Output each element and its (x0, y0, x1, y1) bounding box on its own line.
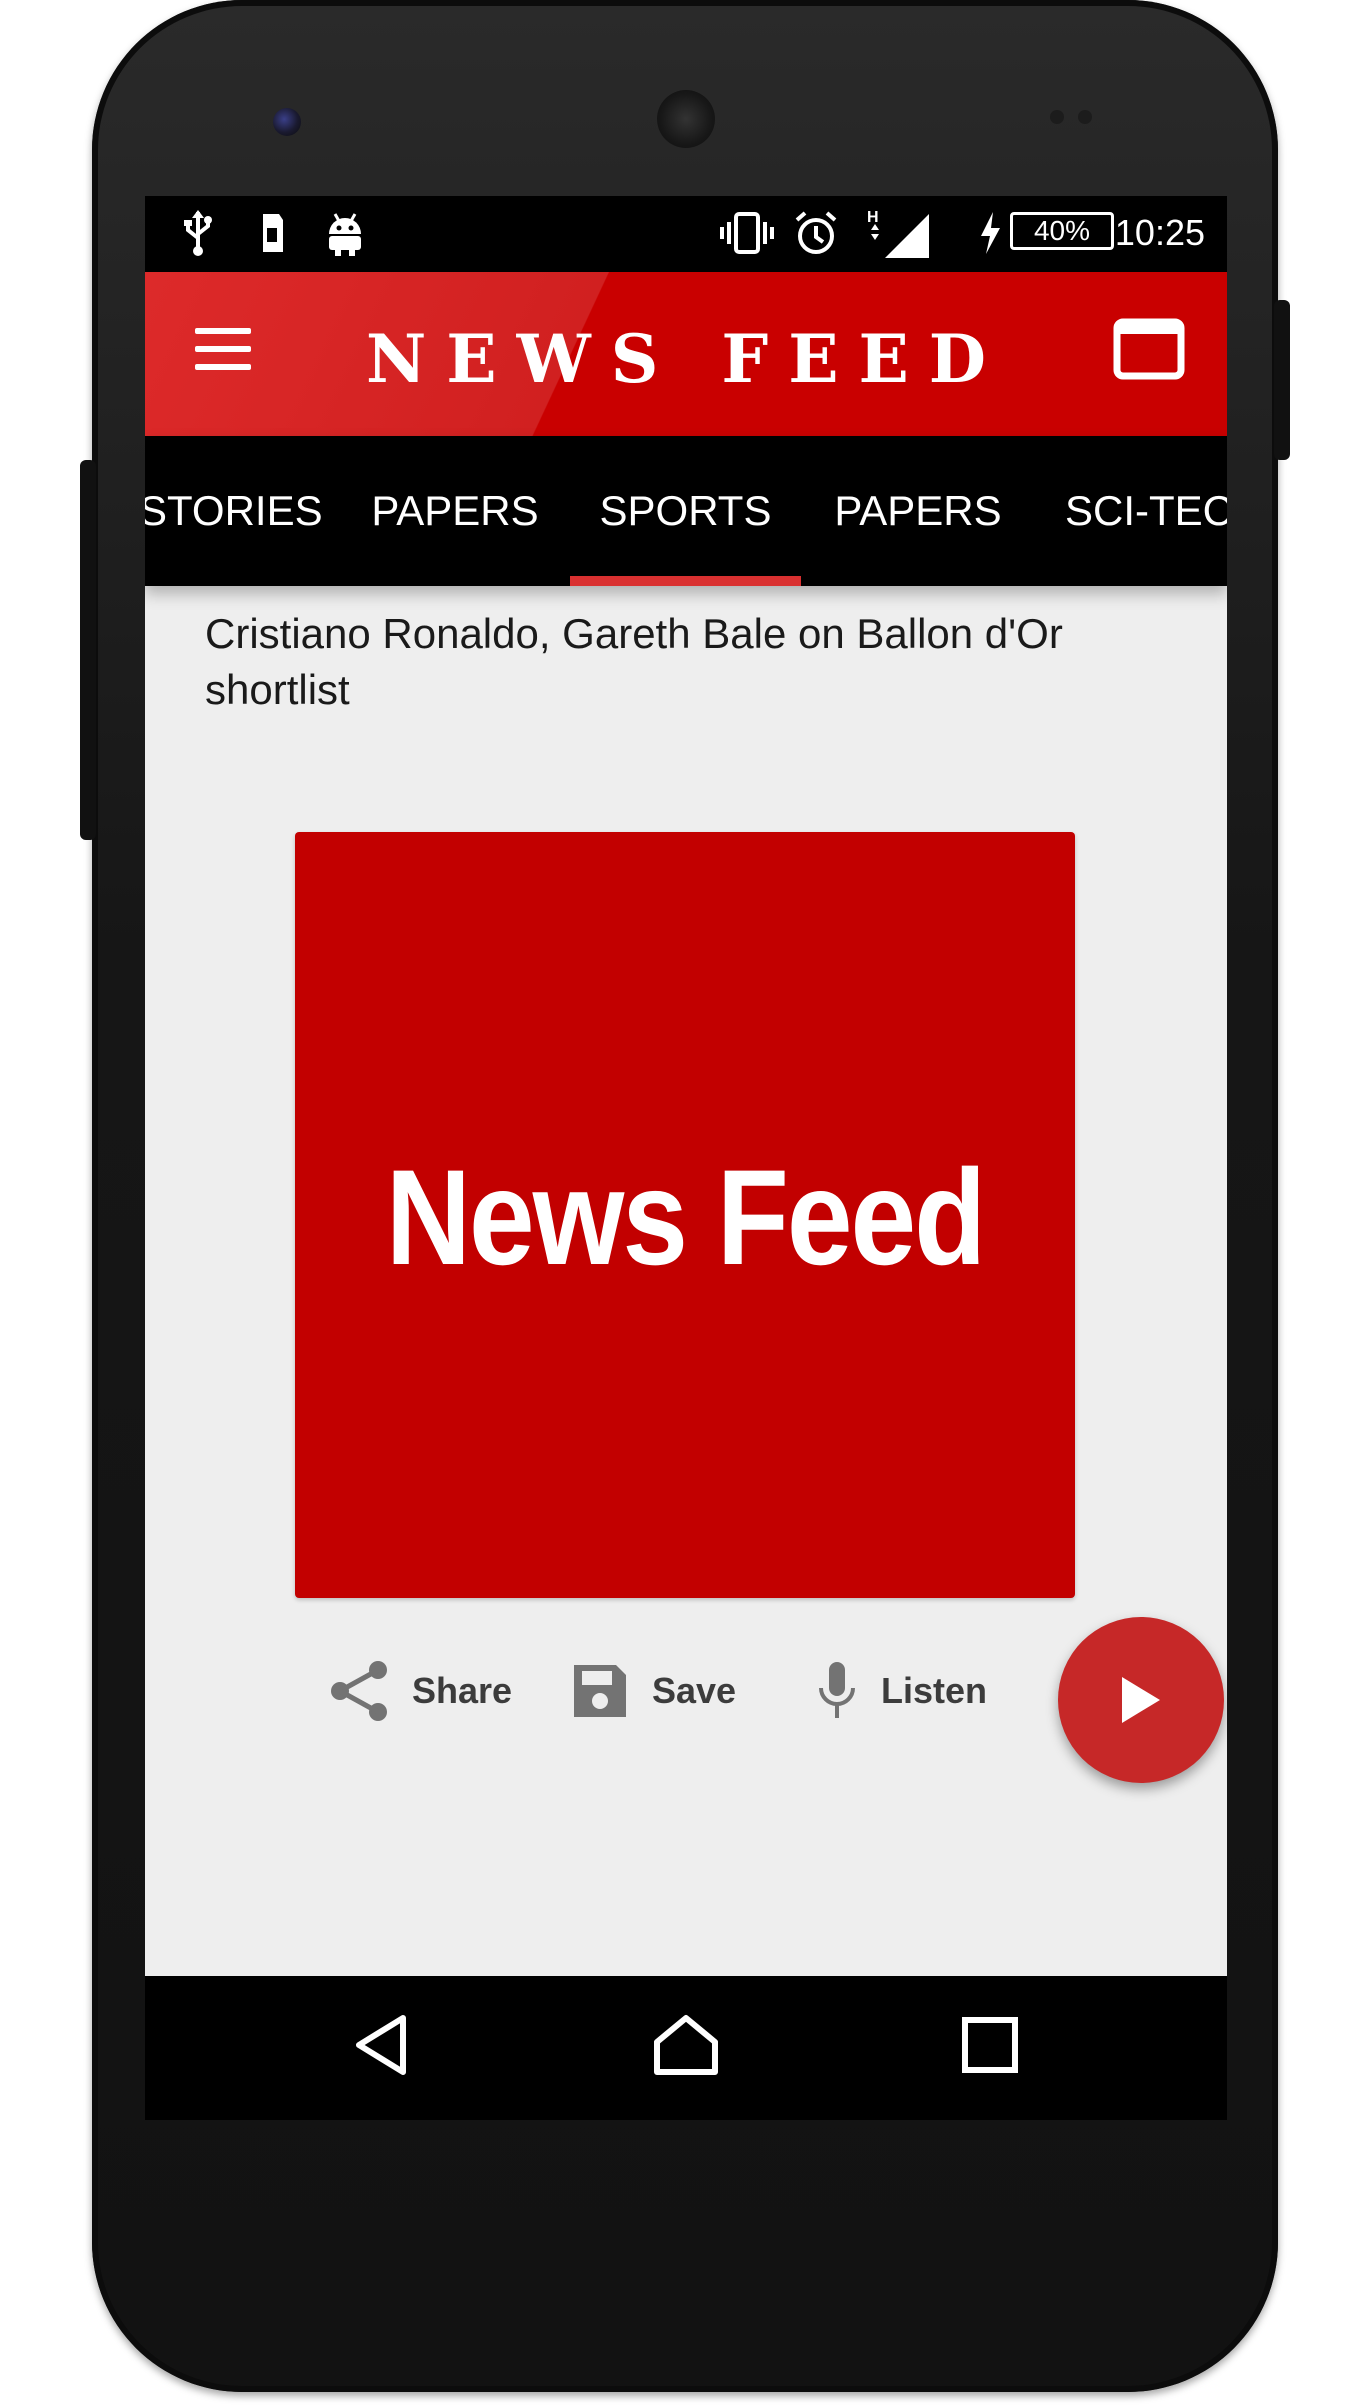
usb-icon (184, 210, 212, 256)
listen-label: Listen (881, 1670, 988, 1711)
vibrate-icon (720, 212, 774, 254)
article-image[interactable]: News Feed (295, 832, 1075, 1598)
power-button (1274, 300, 1290, 460)
clock: 10:25 (1114, 212, 1205, 253)
front-camera (657, 90, 715, 148)
proximity-sensor (1050, 110, 1110, 126)
microphone-icon (819, 1662, 855, 1718)
play-icon (1122, 1677, 1160, 1723)
back-icon[interactable] (351, 2012, 411, 2078)
svg-text:H: H (867, 209, 879, 226)
tab-papers[interactable]: PAPERS (355, 436, 555, 586)
save-label: Save (652, 1670, 737, 1711)
battery-indicator: 40% (1010, 212, 1114, 250)
share-button[interactable]: Share (330, 1656, 512, 1726)
charging-icon (981, 212, 1000, 254)
listen-button[interactable]: Listen (815, 1656, 987, 1726)
signal-icon: H (867, 209, 929, 258)
home-icon[interactable] (651, 2012, 721, 2078)
save-button[interactable]: Save (570, 1656, 736, 1726)
tab-sci-tech[interactable]: SCI-TECH (1065, 436, 1227, 586)
share-icon (331, 1661, 387, 1721)
tab-sports[interactable]: SPORTS (570, 436, 801, 586)
image-logo-text: News Feed (385, 1142, 986, 1294)
alarm-icon (795, 211, 837, 254)
app-bar: NEWS FEED (145, 272, 1227, 436)
article-headline[interactable]: Cristiano Ronaldo, Gareth Bale on Ballon… (205, 606, 1205, 718)
share-label: Share (412, 1670, 513, 1711)
screen: H 40% 10:25 NEWS FEED STORIES PAPERS SPO… (145, 196, 1227, 2120)
category-tabs: STORIES PAPERS SPORTS PAPERS SCI-TECH (145, 436, 1227, 586)
play-button[interactable] (1058, 1617, 1224, 1783)
sd-card-icon (263, 214, 283, 252)
tab-stories[interactable]: STORIES (145, 436, 323, 586)
tab-indicator (570, 576, 801, 586)
front-sensor (273, 108, 301, 136)
save-icon (574, 1665, 626, 1717)
app-title: NEWS FEED (365, 320, 1007, 398)
volume-button (80, 460, 96, 840)
recent-apps-icon[interactable] (957, 2012, 1023, 2078)
android-icon (329, 213, 361, 256)
window-button[interactable] (1113, 318, 1185, 380)
navigation-bar (145, 1976, 1227, 2120)
status-bar: H 40% 10:25 (145, 196, 1227, 272)
tab-papers-2[interactable]: PAPERS (813, 436, 1023, 586)
